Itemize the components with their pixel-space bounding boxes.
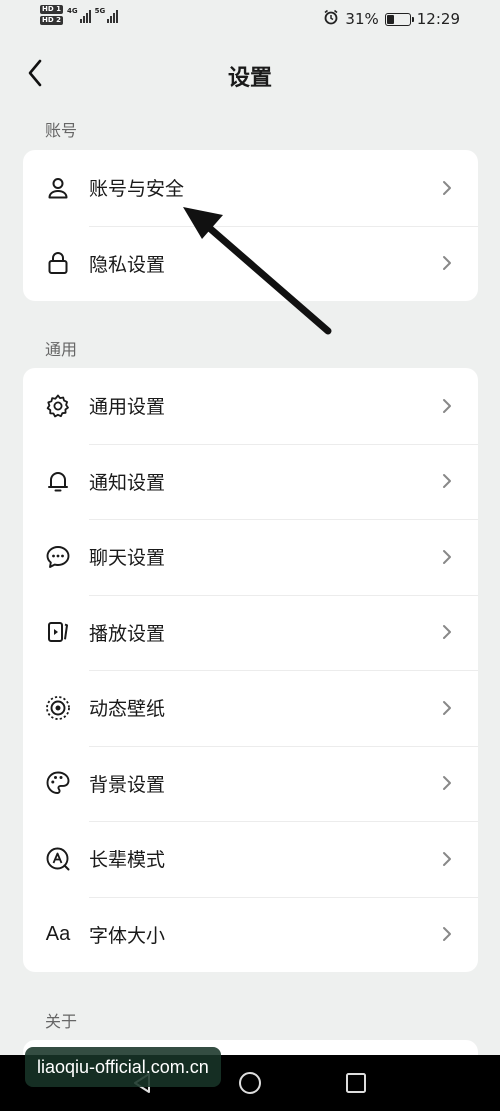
chat-bubble-icon xyxy=(45,544,71,570)
hd-indicators: HD 1 HD 2 xyxy=(40,5,63,25)
settings-item-label: 通知设置 xyxy=(89,471,166,494)
settings-item-label: 长辈模式 xyxy=(89,849,166,872)
settings-item-account-security[interactable]: 账号与安全 xyxy=(23,150,478,226)
settings-item-label: 动态壁纸 xyxy=(89,698,166,721)
settings-item-notifications[interactable]: 通知设置 xyxy=(23,443,478,520)
chevron-right-icon xyxy=(443,851,451,866)
settings-item-font-size[interactable]: Aa 字体大小 xyxy=(23,896,478,973)
settings-item-label: 通用设置 xyxy=(89,396,166,419)
watermark-label: liaoqiu-official.com.cn xyxy=(25,1047,221,1087)
chevron-right-icon xyxy=(443,398,451,413)
settings-item-playback[interactable]: 播放设置 xyxy=(23,594,478,671)
status-left: HD 1 HD 2 4G 5G xyxy=(40,5,119,25)
settings-item-chat[interactable]: 聊天设置 xyxy=(23,519,478,595)
signal-icon-sim2: 5G xyxy=(95,7,119,23)
nav-home-button[interactable] xyxy=(236,1069,264,1097)
chevron-right-icon xyxy=(443,256,451,271)
chevron-right-icon xyxy=(443,474,451,489)
user-icon xyxy=(45,175,71,201)
battery-percent: 31% xyxy=(345,10,379,28)
settings-item-background[interactable]: 背景设置 xyxy=(23,745,478,822)
section-label-general: 通用 xyxy=(45,340,78,359)
settings-item-label: 隐私设置 xyxy=(89,253,166,276)
settings-item-label: 播放设置 xyxy=(89,622,166,645)
font-size-icon: Aa xyxy=(45,922,71,945)
chevron-right-icon xyxy=(443,927,451,942)
general-card: 通用设置 通知设置 聊天设置 播放设置 动态壁纸 背景设置 长辈模式 Aa 字体… xyxy=(23,368,478,972)
sim1-hd-tag: HD 1 xyxy=(40,5,63,14)
chevron-right-icon xyxy=(443,776,451,791)
bell-icon xyxy=(45,468,71,494)
chevron-right-icon xyxy=(443,549,451,564)
network-type-label: 5G xyxy=(94,7,106,15)
square-recents-icon xyxy=(346,1073,366,1093)
signal-icon-sim1: 4G xyxy=(67,7,91,23)
chevron-right-icon xyxy=(443,700,451,715)
section-label-account: 账号 xyxy=(45,121,78,140)
network-type-label: 4G xyxy=(66,7,78,15)
lock-icon xyxy=(45,250,71,276)
status-right: 31% 12:29 xyxy=(323,9,460,29)
settings-item-privacy[interactable]: 隐私设置 xyxy=(23,225,478,302)
elder-mode-icon xyxy=(45,846,71,872)
live-wallpaper-icon xyxy=(45,695,71,721)
sim2-hd-tag: HD 2 xyxy=(40,16,63,25)
status-bar: HD 1 HD 2 4G 5G 31% 12:29 xyxy=(0,0,500,38)
gear-icon xyxy=(45,393,71,419)
page-title: 设置 xyxy=(227,66,272,91)
settings-item-label: 背景设置 xyxy=(89,773,166,796)
settings-item-elder-mode[interactable]: 长辈模式 xyxy=(23,821,478,897)
settings-item-live-wallpaper[interactable]: 动态壁纸 xyxy=(23,670,478,746)
settings-item-general[interactable]: 通用设置 xyxy=(23,368,478,444)
settings-item-label: 账号与安全 xyxy=(89,178,185,201)
palette-icon xyxy=(45,770,71,796)
settings-item-label: 字体大小 xyxy=(89,924,166,947)
alarm-icon xyxy=(323,9,339,29)
header: 设置 xyxy=(0,48,500,100)
section-label-about: 关于 xyxy=(45,1012,78,1031)
account-card: 账号与安全 隐私设置 xyxy=(23,150,478,301)
settings-item-label: 聊天设置 xyxy=(89,547,166,570)
circle-home-icon xyxy=(239,1072,261,1094)
chevron-right-icon xyxy=(443,180,451,195)
play-icon xyxy=(45,619,71,645)
chevron-right-icon xyxy=(443,625,451,640)
clock: 12:29 xyxy=(416,10,460,28)
nav-recents-button[interactable] xyxy=(342,1069,370,1097)
battery-icon xyxy=(384,12,414,26)
